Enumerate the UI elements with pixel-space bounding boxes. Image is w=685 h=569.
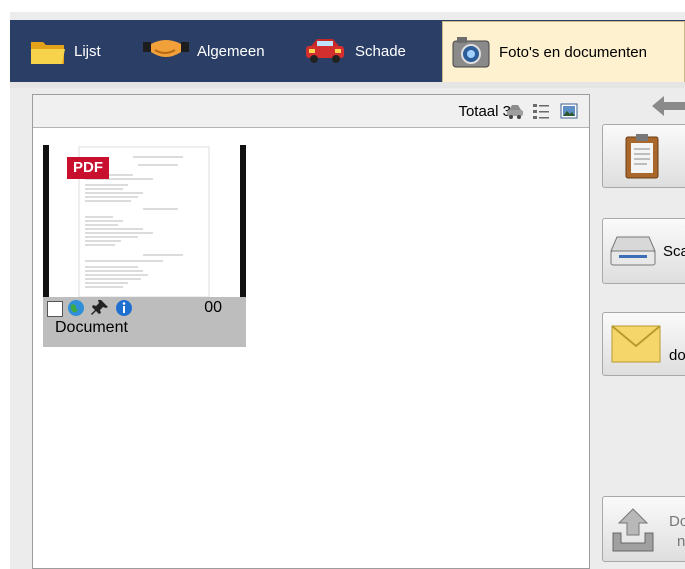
total-count-label: Totaal 3	[458, 103, 511, 120]
list-view-icon[interactable]	[531, 101, 551, 121]
mail-document-button[interactable]: do	[602, 312, 685, 376]
document-preview: PDF	[43, 145, 246, 297]
document-thumbnail[interactable]: PDF 00 Document	[43, 145, 246, 347]
folder-icon	[31, 42, 65, 64]
upload-document-button[interactable]: Do n	[602, 496, 685, 562]
documents-panel: Totaal 3 PDF 00 Document	[32, 94, 590, 569]
car-filter-icon[interactable]	[505, 101, 525, 121]
scan-button[interactable]: Sca	[602, 218, 685, 284]
camera-icon	[452, 37, 490, 68]
clipboard-button[interactable]	[602, 124, 685, 188]
thumbnail-toolbar: 00 Document	[43, 297, 246, 347]
thumbnail-view-icon[interactable]	[559, 101, 579, 121]
handshake-icon	[143, 40, 189, 57]
info-icon[interactable]	[115, 299, 133, 317]
upload-icon	[612, 508, 654, 552]
scan-button-label: Sca	[663, 243, 685, 260]
tab-label: Foto's en documenten	[499, 43, 647, 61]
upload-button-label-2: n	[677, 533, 685, 550]
envelope-icon	[611, 325, 661, 363]
tab-schade[interactable]: Schade	[303, 20, 406, 82]
tab-lijst[interactable]: Lijst	[30, 20, 101, 82]
window-top-strip	[0, 0, 685, 12]
globe-icon[interactable]	[67, 299, 85, 317]
tab-label: Lijst	[74, 42, 101, 60]
mail-button-label: do	[669, 347, 685, 364]
pin-icon[interactable]	[91, 299, 109, 317]
tab-fotos-documenten[interactable]: Foto's en documenten	[442, 21, 685, 82]
tab-algemeen[interactable]: Algemeen	[143, 20, 265, 82]
tab-label: Algemeen	[197, 42, 265, 60]
tab-label: Schade	[355, 42, 406, 60]
tab-separator	[10, 82, 685, 88]
car-icon	[306, 39, 344, 63]
tab-bar: Lijst Algemeen Schade Foto's en document…	[10, 20, 685, 82]
document-name: Document	[55, 319, 128, 336]
clipboard-icon	[625, 134, 659, 179]
back-arrow-icon[interactable]	[650, 94, 685, 118]
upload-button-label-1: Do	[669, 513, 685, 530]
select-checkbox[interactable]	[47, 301, 63, 317]
documents-header: Totaal 3	[33, 95, 589, 128]
pdf-badge: PDF	[67, 157, 109, 179]
scanner-icon	[610, 236, 656, 266]
attachment-count: 00	[204, 299, 222, 316]
